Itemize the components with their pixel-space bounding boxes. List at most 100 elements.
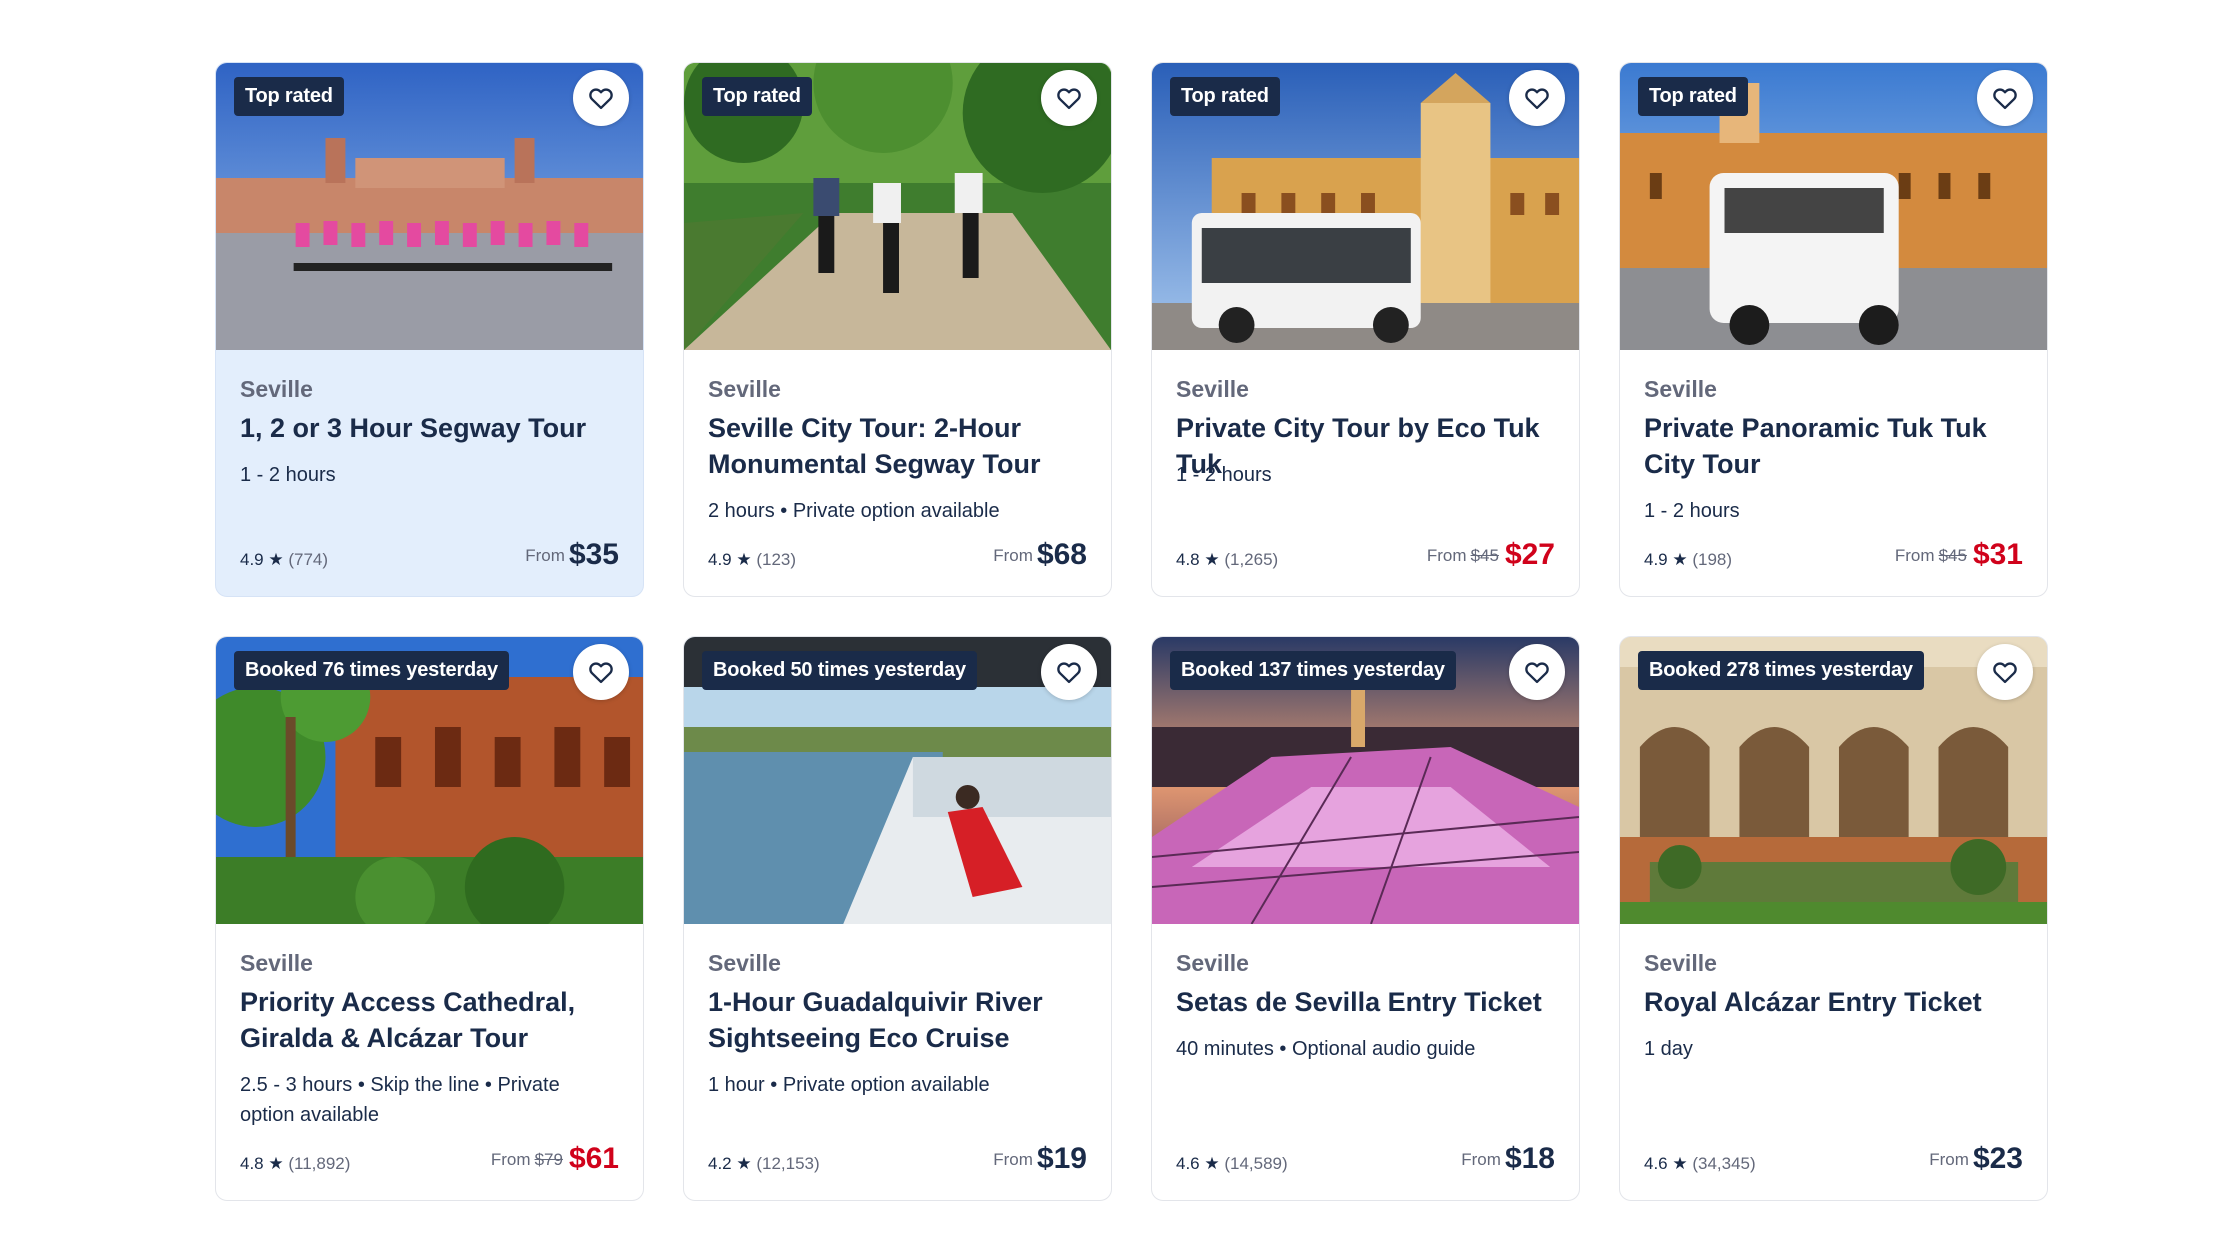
activity-title[interactable]: 1-Hour Guadalquivir River Sightseeing Ec… (708, 984, 1087, 1056)
activity-rating: 4.2 ★ (12,153) (708, 1154, 820, 1174)
price-amount: $27 (1504, 538, 1555, 571)
rating-score: 4.9 ★ (240, 550, 284, 569)
activity-price: From $35 (525, 538, 619, 572)
price-amount: $19 (1036, 1142, 1087, 1175)
activity-title[interactable]: Setas de Sevilla Entry Ticket (1176, 984, 1555, 1020)
rating-score: 4.6 ★ (1644, 1154, 1688, 1173)
activity-card[interactable]: Booked 76 times yesterday Seville Priori… (215, 636, 644, 1201)
price-amount: $61 (568, 1142, 619, 1175)
wishlist-heart-button[interactable] (1041, 70, 1097, 126)
heart-icon (1993, 662, 2017, 684)
original-price: $45 (1938, 546, 1967, 565)
activity-card-body: Seville 1-Hour Guadalquivir River Sights… (708, 924, 1087, 1200)
heart-icon (589, 88, 613, 110)
rating-score: 4.8 ★ (240, 1154, 284, 1173)
wishlist-heart-button[interactable] (1509, 644, 1565, 700)
activity-card-body: Seville Priority Access Cathedral, Giral… (240, 924, 619, 1200)
wishlist-heart-button[interactable] (1977, 70, 2033, 126)
activity-photo-setas[interactable]: Booked 137 times yesterday (1152, 637, 1579, 924)
top-rated-badge: Top rated (1638, 77, 1748, 116)
activity-location: Seville (240, 376, 313, 402)
rating-score: 4.8 ★ (1176, 550, 1220, 569)
price-from-label: From (993, 546, 1033, 565)
wishlist-heart-button[interactable] (573, 70, 629, 126)
activity-card[interactable]: Top rated Seville 1, 2 or 3 Hour Segway … (215, 62, 644, 597)
activity-card[interactable]: Booked 50 times yesterday Seville 1-Hour… (683, 636, 1112, 1201)
booked-count-badge: Booked 76 times yesterday (234, 651, 509, 690)
activity-price: From $23 (1929, 1142, 2023, 1176)
activity-location: Seville (708, 950, 781, 976)
wishlist-heart-button[interactable] (1509, 70, 1565, 126)
heart-icon (1525, 88, 1549, 110)
activity-price: From $79 $61 (491, 1142, 619, 1176)
activity-location: Seville (708, 376, 781, 402)
heart-icon (1993, 88, 2017, 110)
wishlist-heart-button[interactable] (1041, 644, 1097, 700)
heart-icon (1525, 662, 1549, 684)
activity-duration: 1 - 2 hours (1176, 464, 1272, 486)
activity-price: From $45 $31 (1895, 538, 2023, 572)
activity-card[interactable]: Booked 278 times yesterday Seville Royal… (1619, 636, 2048, 1201)
wishlist-heart-button[interactable] (1977, 644, 2033, 700)
activity-photo-tuk-tuk-palace[interactable]: Top rated (1152, 63, 1579, 350)
activity-card[interactable]: Booked 137 times yesterday Seville Setas… (1151, 636, 1580, 1201)
activity-title[interactable]: Priority Access Cathedral, Giralda & Alc… (240, 984, 619, 1056)
price-from-label: From (993, 1150, 1033, 1169)
activity-price: From $18 (1461, 1142, 1555, 1176)
activity-duration: 2 hours • Private option available (708, 500, 1000, 522)
activity-rating: 4.9 ★ (123) (708, 550, 796, 570)
original-price: $45 (1470, 546, 1499, 565)
activity-photo-river-cruise[interactable]: Booked 50 times yesterday (684, 637, 1111, 924)
activity-title[interactable]: Seville City Tour: 2-Hour Monumental Seg… (708, 410, 1087, 482)
activity-card[interactable]: Top rated Seville Private Panoramic Tuk … (1619, 62, 2048, 597)
activity-location: Seville (1644, 950, 1717, 976)
activity-photo-alcazar-gardens[interactable]: Booked 76 times yesterday (216, 637, 643, 924)
review-count: (34,345) (1692, 1154, 1756, 1173)
review-count: (1,265) (1224, 550, 1279, 569)
activity-rating: 4.6 ★ (14,589) (1176, 1154, 1288, 1174)
booked-count-badge: Booked 278 times yesterday (1638, 651, 1924, 690)
price-amount: $31 (1972, 538, 2023, 571)
activity-title[interactable]: Private Panoramic Tuk Tuk City Tour (1644, 410, 2023, 482)
activity-rating: 4.8 ★ (11,892) (240, 1154, 350, 1174)
price-from-label: From (1426, 546, 1467, 565)
activity-price: From $68 (993, 538, 1087, 572)
activity-duration: 1 day (1644, 1038, 1693, 1060)
activity-title[interactable]: Royal Alcázar Entry Ticket (1644, 984, 2023, 1020)
rating-score: 4.9 ★ (1644, 550, 1688, 569)
wishlist-heart-button[interactable] (573, 644, 629, 700)
booked-count-badge: Booked 50 times yesterday (702, 651, 977, 690)
activity-title[interactable]: 1, 2 or 3 Hour Segway Tour (240, 410, 619, 446)
price-from-label: From (1929, 1150, 1969, 1169)
price-amount: $35 (568, 538, 619, 571)
activity-price: From $45 $27 (1427, 538, 1555, 572)
activity-duration: 40 minutes • Optional audio guide (1176, 1038, 1476, 1060)
activity-card[interactable]: Top rated Seville Private City Tour by E… (1151, 62, 1580, 597)
activity-card-body: Seville 1, 2 or 3 Hour Segway Tour 1 - 2… (240, 350, 619, 596)
price-from-label: From (525, 546, 565, 565)
review-count: (11,892) (288, 1154, 351, 1173)
rating-score: 4.6 ★ (1176, 1154, 1220, 1173)
top-rated-badge: Top rated (702, 77, 812, 116)
activity-card-body: Seville Seville City Tour: 2-Hour Monume… (708, 350, 1087, 596)
activity-photo-segway-park[interactable]: Top rated (684, 63, 1111, 350)
activity-rating: 4.9 ★ (774) (240, 550, 328, 570)
activity-card[interactable]: Top rated Seville Seville City Tour: 2-H… (683, 62, 1112, 597)
price-from-label: From (1894, 546, 1935, 565)
activity-photo-segway-plaza[interactable]: Top rated (216, 63, 643, 350)
activity-duration: 1 - 2 hours (240, 464, 336, 486)
activity-photo-tuk-tuk-panoramic[interactable]: Top rated (1620, 63, 2047, 350)
activity-grid: Top rated Seville 1, 2 or 3 Hour Segway … (215, 62, 2048, 1201)
rating-score: 4.2 ★ (708, 1154, 752, 1173)
review-count: (12,153) (756, 1154, 820, 1173)
activity-card-body: Seville Setas de Sevilla Entry Ticket 40… (1176, 924, 1555, 1200)
price-amount: $18 (1504, 1142, 1555, 1175)
booked-count-badge: Booked 137 times yesterday (1170, 651, 1456, 690)
activity-photo-royal-alcazar[interactable]: Booked 278 times yesterday (1620, 637, 2047, 924)
activity-location: Seville (1176, 376, 1249, 402)
review-count: (198) (1692, 550, 1733, 569)
rating-score: 4.9 ★ (708, 550, 752, 569)
activity-rating: 4.6 ★ (34,345) (1644, 1154, 1756, 1174)
activity-rating: 4.8 ★ (1,265) (1176, 550, 1278, 570)
review-count: (14,589) (1224, 1154, 1288, 1173)
